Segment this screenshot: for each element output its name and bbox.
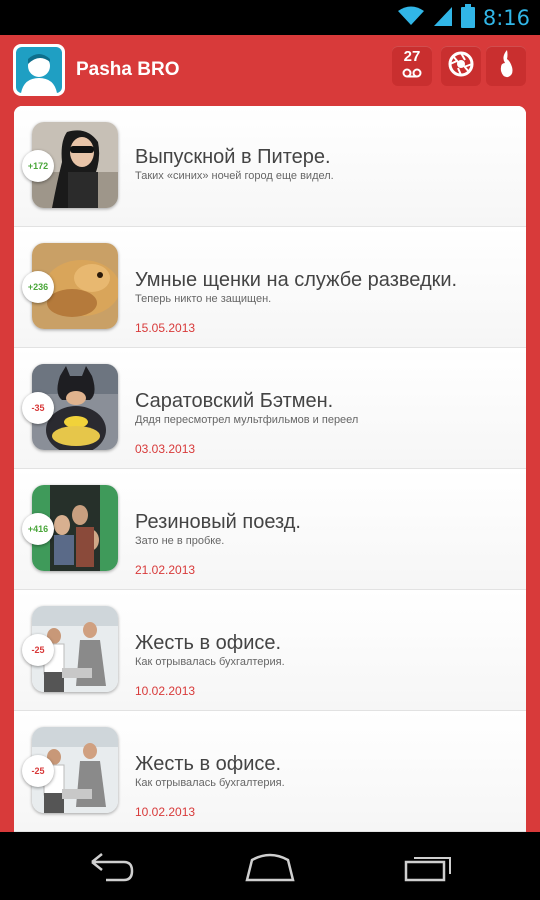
voicemail-icon [402,65,422,83]
post-date: 10.02.2013 [135,805,196,819]
camera-shutter-icon [448,51,474,82]
post-title: Умные щенки на службе разведки. [135,269,458,291]
back-icon [88,853,136,886]
score-badge: +172 [22,150,54,182]
back-button[interactable] [88,852,136,887]
post-subtitle: Как отрывалась бухгалтерия. [135,656,285,668]
post-title: Жесть в офисе. [135,632,282,654]
post-date: 10.02.2013 [135,684,196,698]
notifications-count: 27 [403,48,421,65]
post-date: 21.02.2013 [135,563,196,577]
score-badge: -35 [22,392,54,424]
feed-item[interactable]: -25 Жесть в офисе. Как отрывалась бухгал… [14,590,526,711]
status-time: 8:16 [482,6,530,30]
navigation-bar [0,832,540,900]
post-subtitle: Таких «синих» ночей город еще видел. [135,170,334,182]
feed-item[interactable]: +172 Выпускной в Питере. Таких «синих» н… [14,106,526,227]
score-badge: -25 [22,634,54,666]
user-name: Pasha BRO [76,59,180,80]
wifi-icon [397,5,425,32]
home-icon [244,853,296,886]
post-title: Выпускной в Питере. [135,146,331,168]
post-subtitle: Теперь никто не защищен. [135,293,272,305]
notifications-button[interactable]: 27 [392,46,432,86]
feed-item[interactable]: +416 Резиновый поезд. Зато не в пробке. … [14,469,526,590]
post-title: Саратовский Бэтмен. [135,390,334,412]
app-header: Pasha BRO 27 [0,35,540,105]
hot-button[interactable] [486,46,526,86]
feed-item[interactable]: -25 Жесть в офисе. Как отрывалась бухгал… [14,711,526,832]
camera-button[interactable] [441,46,481,86]
signal-icon [433,5,453,32]
post-date: 15.05.2013 [135,321,196,335]
post-subtitle: Дядя пересмотрел мультфильмов и переел [135,414,359,426]
post-subtitle: Как отрывалась бухгалтерия. [135,777,285,789]
post-title: Жесть в офисе. [135,753,282,775]
home-button[interactable] [244,852,296,887]
post-date: 03.03.2013 [135,442,196,456]
feed-item[interactable]: -35 Саратовский Бэтмен. Дядя пересмотрел… [14,348,526,469]
flame-icon [497,49,515,84]
post-subtitle: Зато не в пробке. [135,535,225,547]
recent-apps-button[interactable] [404,852,454,887]
score-badge: -25 [22,755,54,787]
feed-list: +172 Выпускной в Питере. Таких «синих» н… [14,106,526,832]
status-bar: 8:16 [0,0,540,35]
feed-item[interactable]: +236 Умные щенки на службе разведки. Теп… [14,227,526,348]
score-badge: +416 [22,513,54,545]
battery-icon [460,3,475,33]
post-title: Резиновый поезд. [135,511,301,533]
status-icons: 8:16 [397,3,530,33]
avatar[interactable] [13,44,65,96]
recent-apps-icon [404,857,454,886]
score-badge: +236 [22,271,54,303]
